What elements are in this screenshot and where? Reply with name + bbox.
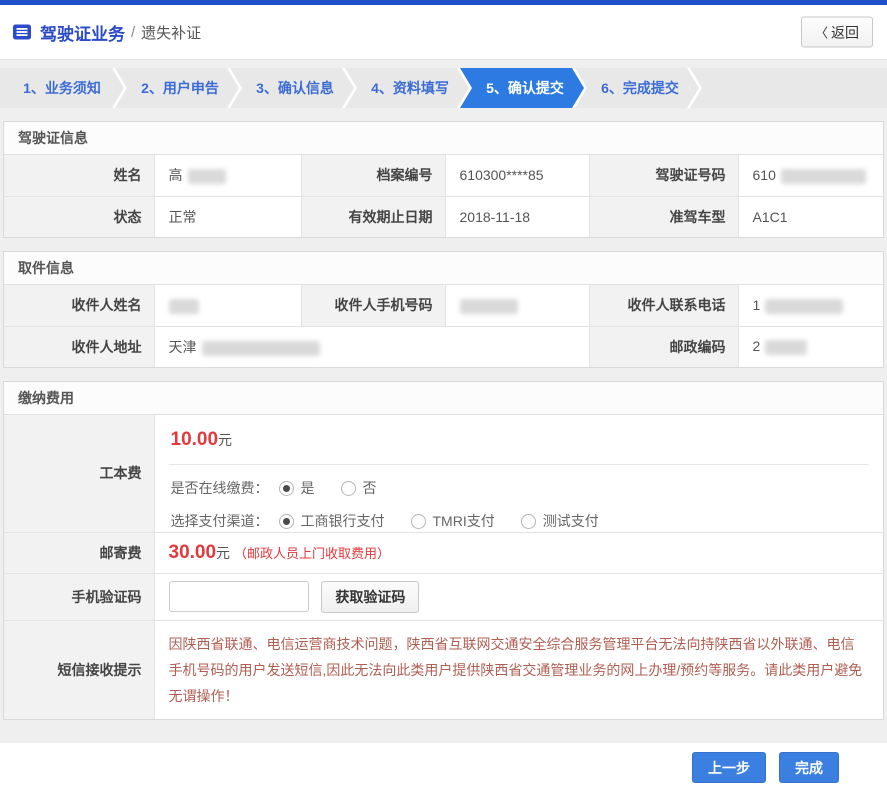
field-label: 状态 [4, 196, 154, 237]
footer-action-bar: 上一步 完成 [0, 743, 887, 793]
redacted-value [460, 299, 518, 314]
field-label: 档案编号 [301, 155, 445, 196]
license-info-section: 驾驶证信息 姓名 高 档案编号 610300****85 驾驶证号码 610 状… [3, 121, 884, 238]
redacted-value [169, 299, 199, 314]
step-item-5-active: 5、确认提交 [460, 68, 584, 108]
field-label: 短信接收提示 [4, 620, 154, 719]
step-bar-filler [690, 68, 887, 108]
table-row: 短信接收提示 因陕西省联通、电信运营商技术问题，陕西省互联网交通安全综合服务管理… [4, 620, 883, 719]
section-title: 取件信息 [4, 252, 883, 285]
sms-code-input[interactable] [169, 581, 309, 612]
step-navigation: 1、业务须知 2、用户申告 3、确认信息 4、资料填写 5、确认提交 6、完成提… [0, 68, 887, 108]
payment-channel-choice: 选择支付渠道： 工商银行支付 TMRI支付 测试支付 [171, 511, 884, 531]
sms-code-cell: 获取验证码 [154, 573, 883, 620]
step-item-3: 3、确认信息 [230, 68, 354, 108]
field-label: 工本费 [4, 415, 154, 532]
field-value: 2 [738, 326, 883, 367]
redacted-value [781, 169, 866, 184]
field-value: 610300****85 [445, 155, 589, 196]
field-label: 邮政编码 [589, 326, 738, 367]
field-label: 邮寄费 [4, 532, 154, 573]
step-item-6: 6、完成提交 [575, 68, 699, 108]
table-row: 工本费 10.00元 是否在线缴费： 是 否 [4, 415, 883, 532]
radio-icon [521, 514, 536, 529]
page-title: 驾驶证业务 [40, 20, 125, 45]
radio-option-no[interactable]: 否 [341, 478, 377, 498]
field-label: 准驾车型 [589, 196, 738, 237]
mail-fee-note: （邮政人员上门收取费用） [234, 543, 390, 562]
production-fee-cell: 10.00元 是否在线缴费： 是 否 选择支付渠道： [154, 415, 883, 532]
pickup-info-table: 收件人姓名 收件人手机号码 收件人联系电话 1 收件人地址 天津 邮政编码 2 [4, 285, 883, 367]
mail-fee-cell: 30.00元（邮政人员上门收取费用） [154, 532, 883, 573]
table-row: 手机验证码 获取验证码 [4, 573, 883, 620]
radio-icon [411, 514, 426, 529]
radio-icon [341, 481, 356, 496]
field-value: 1 [738, 285, 883, 326]
radio-group-label: 是否在线缴费： [171, 478, 269, 498]
field-value: 高 [154, 155, 301, 196]
field-value: 天津 [154, 326, 589, 367]
field-label: 手机验证码 [4, 573, 154, 620]
chevron-left-icon: 〈 [815, 23, 828, 42]
field-value: A1C1 [738, 196, 883, 237]
field-value: 正常 [154, 196, 301, 237]
divider [169, 464, 870, 465]
pickup-info-section: 取件信息 收件人姓名 收件人手机号码 收件人联系电话 1 收件人地址 天津 邮政… [3, 251, 884, 368]
get-sms-code-button[interactable]: 获取验证码 [321, 581, 419, 613]
table-row: 状态 正常 有效期止日期 2018-11-18 准驾车型 A1C1 [4, 196, 883, 237]
table-row: 姓名 高 档案编号 610300****85 驾驶证号码 610 [4, 155, 883, 196]
radio-group-label: 选择支付渠道： [171, 511, 269, 531]
section-title: 缴纳费用 [4, 382, 883, 415]
field-label: 收件人联系电话 [589, 285, 738, 326]
previous-step-button[interactable]: 上一步 [692, 752, 766, 783]
breadcrumb-current: 遗失补证 [141, 22, 201, 43]
section-title: 驾驶证信息 [4, 122, 883, 155]
redacted-value [202, 341, 320, 356]
radio-option-icbc-pay[interactable]: 工商银行支付 [279, 511, 385, 531]
redacted-value [188, 169, 226, 184]
field-label: 驾驶证号码 [589, 155, 738, 196]
step-item-1: 1、业务须知 [0, 68, 124, 108]
field-value: 2018-11-18 [445, 196, 589, 237]
fees-table: 工本费 10.00元 是否在线缴费： 是 否 [4, 415, 883, 719]
sms-notice-text: 因陕西省联通、电信运营商技术问题，陕西省互联网交通安全综合服务管理平台无法向持陕… [169, 631, 869, 709]
radio-option-test-pay[interactable]: 测试支付 [521, 511, 599, 531]
field-label: 收件人姓名 [4, 285, 154, 326]
redacted-value [765, 299, 843, 314]
fees-section: 缴纳费用 工本费 10.00元 是否在线缴费： 是 否 [3, 381, 884, 720]
field-label: 有效期止日期 [301, 196, 445, 237]
breadcrumb-separator: / [131, 24, 135, 41]
radio-icon [279, 514, 294, 529]
table-row: 邮寄费 30.00元（邮政人员上门收取费用） [4, 532, 883, 573]
back-button[interactable]: 〈 返回 [801, 17, 873, 48]
license-info-table: 姓名 高 档案编号 610300****85 驾驶证号码 610 状态 正常 有… [4, 155, 883, 237]
radio-icon [279, 481, 294, 496]
redacted-value [765, 340, 807, 355]
field-label: 收件人手机号码 [301, 285, 445, 326]
field-value [445, 285, 589, 326]
sms-notice-cell: 因陕西省联通、电信运营商技术问题，陕西省互联网交通安全综合服务管理平台无法向持陕… [154, 620, 883, 719]
production-fee-amount: 10.00元 [171, 429, 884, 451]
field-value [154, 285, 301, 326]
field-value: 610 [738, 155, 883, 196]
list-icon [12, 22, 32, 42]
table-row: 收件人地址 天津 邮政编码 2 [4, 326, 883, 367]
step-item-4: 4、资料填写 [345, 68, 469, 108]
back-button-label: 返回 [831, 22, 859, 42]
radio-option-tmri-pay[interactable]: TMRI支付 [411, 511, 495, 531]
field-label: 收件人地址 [4, 326, 154, 367]
page-header: 驾驶证业务 / 遗失补证 〈 返回 [0, 5, 887, 60]
finish-button[interactable]: 完成 [779, 752, 839, 783]
table-row: 收件人姓名 收件人手机号码 收件人联系电话 1 [4, 285, 883, 326]
online-payment-choice: 是否在线缴费： 是 否 [171, 478, 884, 498]
radio-option-yes[interactable]: 是 [279, 478, 315, 498]
field-label: 姓名 [4, 155, 154, 196]
step-item-2: 2、用户申告 [115, 68, 239, 108]
